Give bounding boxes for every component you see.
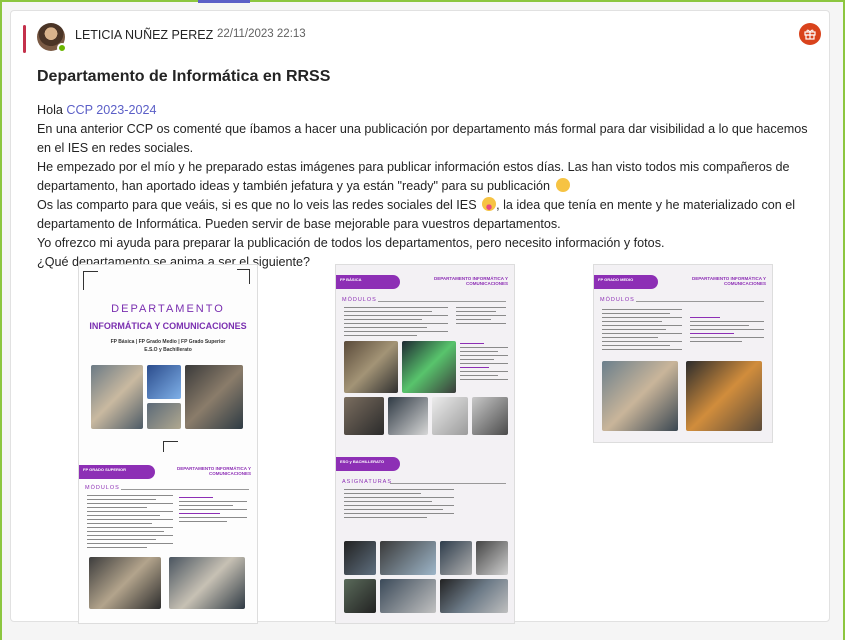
photo [147,403,181,429]
paragraph-1: En una anterior CCP os comenté que íbamo… [37,122,808,155]
photo [344,397,384,435]
circuit-decoration [237,269,250,284]
poster-banner-label: FP BÁSICA [340,277,362,282]
poster-line-2: E.S.O y Bachillerato [144,347,192,353]
bullet-list [344,307,448,339]
channel-mention[interactable]: CCP 2023-2024 [66,103,156,117]
message-body: Hola CCP 2023-2024 En una anterior CCP o… [37,101,823,272]
poster-banner-label: FP GRADO MEDIO [598,277,634,282]
photo [440,541,472,575]
photo [388,397,428,435]
bullet-list [344,489,454,521]
attachment-image-2[interactable]: FP BÁSICA DEPARTAMENTO INFORMÁTICA Y COM… [335,264,515,624]
photo [380,541,436,575]
avatar[interactable] [37,23,67,53]
photo [89,557,161,609]
photo [147,365,181,399]
tongue-emoji-icon [482,197,497,211]
circuit-decoration [83,271,98,290]
poster-subtitle: INFORMÁTICA Y COMUNICACIONES [89,321,247,331]
message-subject: Departamento de Informática en RRSS [37,68,331,85]
photo [472,397,508,435]
importance-accent [23,25,26,53]
bullet-list [690,317,764,345]
photo [432,397,468,435]
photo [344,541,376,575]
poster-header-right: DEPARTAMENTO INFORMÁTICA Y COMUNICACIONE… [692,276,766,286]
circuit-decoration [163,441,178,452]
poster-title: DEPARTAMENTO [111,303,225,315]
divider [390,483,506,484]
photo [169,557,245,609]
photo [440,579,508,613]
poster-banner-label: FP GRADO SUPERIOR [83,467,127,472]
poster-header-right: DEPARTAMENTO INFORMÁTICA Y COMUNICACIONE… [434,276,508,286]
poster-section: MÓDULOS [342,297,377,303]
photo [402,341,456,393]
message-card[interactable]: LETICIA NUÑEZ PEREZ 22/11/2023 22:13 Dep… [10,10,830,624]
paragraph-3a: Os las comparto para que veáis, si es qu… [37,198,477,212]
photo [686,361,762,431]
photo [476,541,508,575]
attachment-image-1[interactable]: DEPARTAMENTO INFORMÁTICA Y COMUNICACIONE… [78,264,258,624]
active-tab-indicator [198,0,250,3]
paragraph-2: He empezado por el mío y he preparado es… [37,160,790,193]
grinning-emoji-icon [555,178,570,192]
bullet-list [456,307,506,327]
greeting: Hola [37,103,63,117]
poster-section: ASIGNATURAS [342,479,393,485]
photo [380,579,436,613]
divider [636,301,764,302]
bullet-list [87,495,173,551]
photo [344,341,398,393]
poster-line-1: FP Básica | FP Grado Medio | FP Grado Su… [110,339,226,345]
paragraph-4: Yo ofrezco mi ayuda para preparar la pub… [37,236,665,250]
bullet-list [602,309,682,353]
photo [602,361,678,431]
poster-section: MÓDULOS [85,485,120,491]
bullet-list [179,497,247,525]
poster-banner-label: ESO y BACHILLERATO [340,459,385,464]
divider [378,301,506,302]
presence-available-icon [57,43,67,53]
photo [185,365,243,429]
photo [344,579,376,613]
gift-icon[interactable] [799,23,821,45]
author-name[interactable]: LETICIA NUÑEZ PEREZ [75,28,213,42]
poster-section: MÓDULOS [600,297,635,303]
attachment-image-3[interactable]: FP GRADO MEDIO DEPARTAMENTO INFORMÁTICA … [593,264,773,443]
bullet-list [460,343,508,383]
poster-header-right: DEPARTAMENTO INFORMÁTICA Y COMUNICACIONE… [177,466,251,476]
message-timestamp: 22/11/2023 22:13 [217,28,306,40]
photo [91,365,143,429]
divider [121,489,249,490]
